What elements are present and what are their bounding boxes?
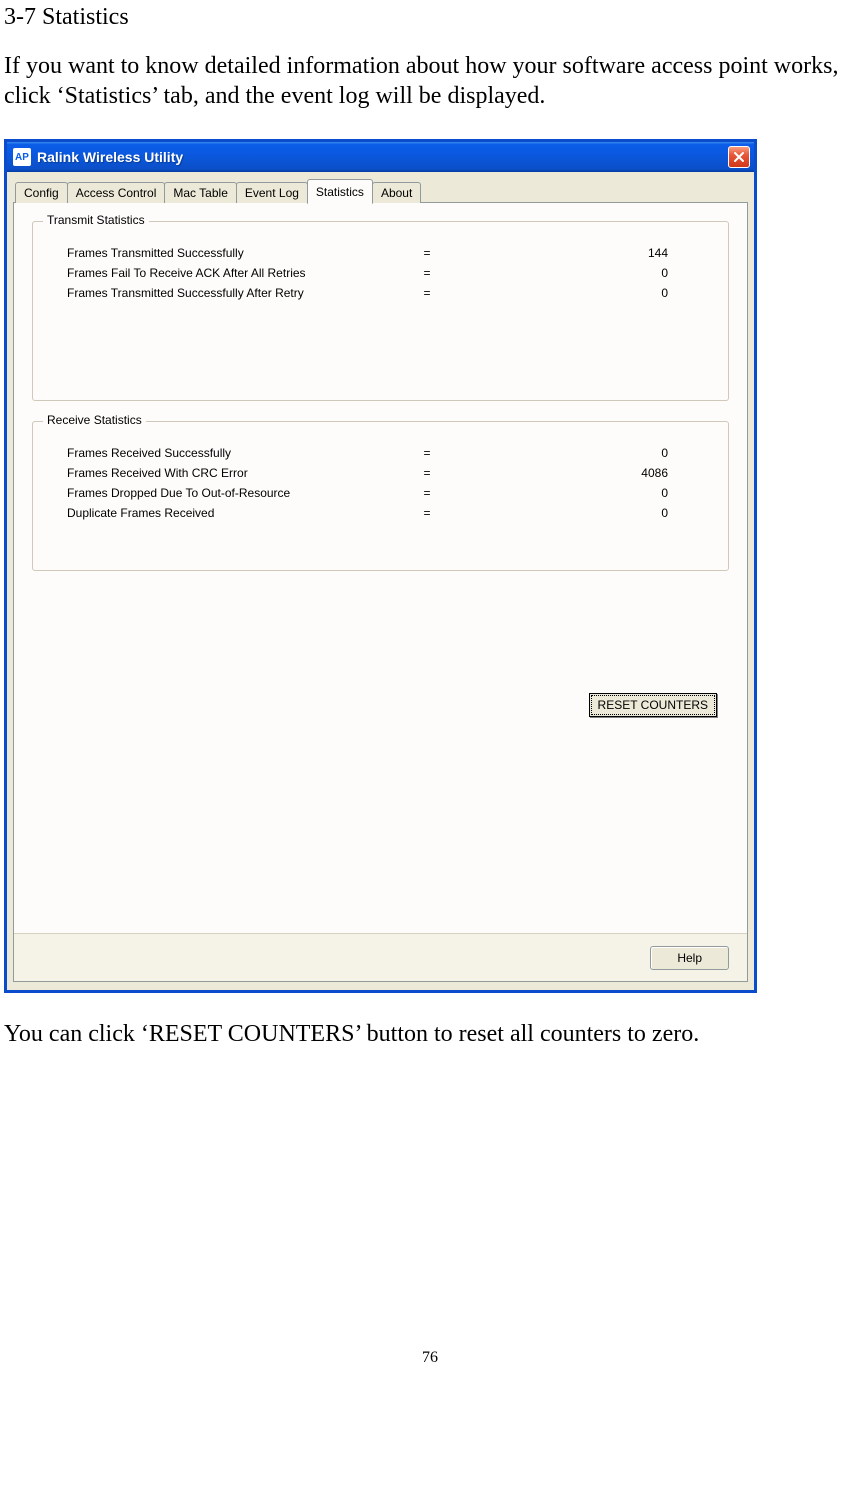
stat-label: Frames Transmitted Successfully [67, 246, 407, 260]
stat-eq: = [407, 506, 447, 520]
tab-panel-statistics: Transmit Statistics Frames Transmitted S… [13, 202, 748, 982]
titlebar[interactable]: AP Ralink Wireless Utility [7, 142, 754, 172]
outro-paragraph: You can click ‘RESET COUNTERS’ button to… [4, 1019, 856, 1049]
intro-paragraph: If you want to know detailed information… [4, 51, 856, 111]
section-heading: 3-7 Statistics [4, 4, 856, 31]
groupbox-transmit-legend: Transmit Statistics [43, 213, 149, 227]
page-number: 76 [4, 1349, 856, 1367]
stat-label: Frames Fail To Receive ACK After All Ret… [67, 266, 407, 280]
tab-access-control[interactable]: Access Control [67, 182, 166, 203]
stat-eq: = [407, 246, 447, 260]
tab-mac-table[interactable]: Mac Table [164, 182, 236, 203]
stat-value: 0 [447, 446, 708, 460]
stat-eq: = [407, 466, 447, 480]
bottom-bar: Help [14, 933, 747, 981]
groupbox-receive-legend: Receive Statistics [43, 413, 146, 427]
stat-label: Frames Dropped Due To Out-of-Resource [67, 486, 407, 500]
stat-row: Frames Received With CRC Error = 4086 [67, 466, 708, 480]
tab-event-log[interactable]: Event Log [236, 182, 308, 203]
window-title: Ralink Wireless Utility [37, 149, 728, 165]
stat-row: Frames Transmitted Successfully After Re… [67, 286, 708, 300]
stat-eq: = [407, 266, 447, 280]
stat-eq: = [407, 446, 447, 460]
stat-label: Duplicate Frames Received [67, 506, 407, 520]
stat-value: 0 [447, 486, 708, 500]
stat-label: Frames Received With CRC Error [67, 466, 407, 480]
stat-value: 4086 [447, 466, 708, 480]
tab-strip: Config Access Control Mac Table Event Lo… [13, 179, 748, 203]
stat-row: Frames Transmitted Successfully = 144 [67, 246, 708, 260]
stat-row: Frames Dropped Due To Out-of-Resource = … [67, 486, 708, 500]
stat-value: 0 [447, 266, 708, 280]
stat-eq: = [407, 286, 447, 300]
help-button[interactable]: Help [650, 946, 729, 970]
tab-config[interactable]: Config [15, 182, 68, 203]
close-button[interactable] [728, 146, 750, 168]
stat-value: 144 [447, 246, 708, 260]
stat-value: 0 [447, 286, 708, 300]
app-icon: AP [13, 148, 31, 166]
stat-row: Frames Fail To Receive ACK After All Ret… [67, 266, 708, 280]
reset-counters-button[interactable]: RESET COUNTERS [589, 693, 717, 717]
tab-about[interactable]: About [372, 182, 421, 203]
groupbox-transmit: Transmit Statistics Frames Transmitted S… [32, 221, 729, 401]
client-area: Config Access Control Mac Table Event Lo… [7, 172, 754, 990]
stat-value: 0 [447, 506, 708, 520]
stat-row: Duplicate Frames Received = 0 [67, 506, 708, 520]
groupbox-receive: Receive Statistics Frames Received Succe… [32, 421, 729, 571]
tab-statistics[interactable]: Statistics [307, 179, 373, 204]
dialog-window: AP Ralink Wireless Utility Config Access… [4, 139, 757, 993]
stat-label: Frames Received Successfully [67, 446, 407, 460]
stat-label: Frames Transmitted Successfully After Re… [67, 286, 407, 300]
stat-row: Frames Received Successfully = 0 [67, 446, 708, 460]
stat-eq: = [407, 486, 447, 500]
close-icon [733, 151, 745, 163]
